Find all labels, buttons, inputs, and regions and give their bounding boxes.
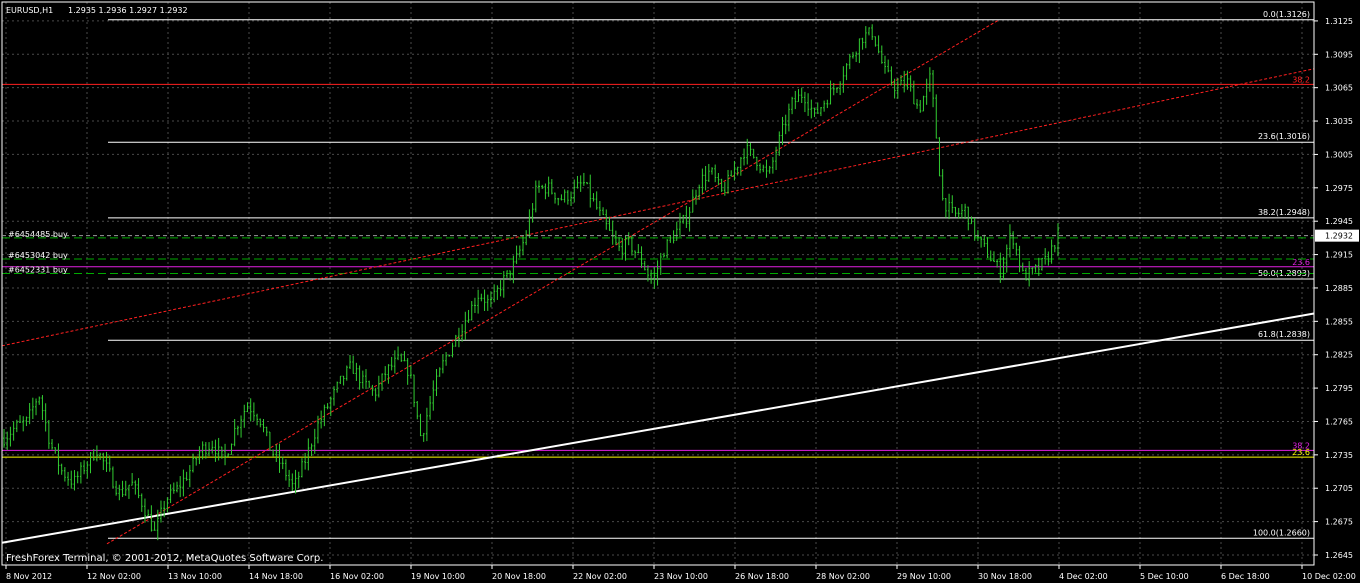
fib-level-label: 23.6(1.3016) bbox=[1258, 132, 1310, 141]
y-tick-label: 1.2645 bbox=[1325, 551, 1353, 560]
y-tick-label: 1.2915 bbox=[1325, 251, 1353, 260]
x-tick-label: 19 Nov 10:00 bbox=[411, 572, 465, 581]
x-tick-label: 8 Nov 2012 bbox=[6, 572, 52, 581]
y-tick-label: 1.2675 bbox=[1325, 518, 1353, 527]
y-tick-label: 1.3095 bbox=[1325, 50, 1353, 59]
y-tick-label: 1.3125 bbox=[1325, 17, 1353, 26]
fib-level-label: 38.2(1.2948) bbox=[1258, 208, 1310, 217]
ohlc-values: 1.2935 1.2936 1.2927 1.2932 bbox=[68, 6, 188, 15]
extra-level-label: 38.2 bbox=[1292, 75, 1310, 84]
x-tick-label: 13 Nov 10:00 bbox=[168, 572, 222, 581]
y-tick-label: 1.3035 bbox=[1325, 117, 1353, 126]
y-tick-label: 1.3005 bbox=[1325, 150, 1353, 159]
order-label: #6454485 buy bbox=[8, 230, 68, 239]
symbol-timeframe: EURUSD,H1 bbox=[6, 6, 53, 15]
x-tick-label: 20 Nov 18:00 bbox=[492, 572, 546, 581]
copyright-footer: FreshForex Terminal, © 2001-2012, MetaQu… bbox=[6, 553, 323, 564]
x-tick-label: 30 Nov 18:00 bbox=[978, 572, 1032, 581]
x-tick-label: 26 Nov 18:00 bbox=[735, 572, 789, 581]
fib-level-label: 100.0(1.2660) bbox=[1253, 528, 1310, 537]
y-tick-label: 1.2855 bbox=[1325, 317, 1353, 326]
y-tick-label: 1.2735 bbox=[1325, 451, 1353, 460]
x-tick-label: 23 Nov 10:00 bbox=[654, 572, 708, 581]
x-tick-label: 10 Dec 02:00 bbox=[1302, 572, 1356, 581]
fib-level-label: 0.0(1.3126) bbox=[1263, 10, 1310, 19]
x-tick-label: 4 Dec 02:00 bbox=[1059, 572, 1108, 581]
order-label: #6453042 buy bbox=[8, 251, 68, 260]
x-tick-label: 6 Dec 18:00 bbox=[1221, 572, 1270, 581]
y-tick-label: 1.3065 bbox=[1325, 84, 1353, 93]
y-tick-label: 1.2975 bbox=[1325, 184, 1353, 193]
x-tick-label: 29 Nov 10:00 bbox=[897, 572, 951, 581]
y-tick-label: 1.2765 bbox=[1325, 417, 1353, 426]
y-tick-label: 1.2885 bbox=[1325, 284, 1353, 293]
x-tick-label: 16 Nov 02:00 bbox=[330, 572, 384, 581]
x-tick-label: 14 Nov 18:00 bbox=[249, 572, 303, 581]
extra-level-label: 23.6 bbox=[1292, 448, 1310, 457]
chart-background bbox=[0, 0, 1360, 583]
x-tick-label: 22 Nov 02:00 bbox=[573, 572, 627, 581]
order-label: #6452331 buy bbox=[8, 265, 68, 274]
fib-level-label: 61.8(1.2838) bbox=[1258, 330, 1310, 339]
x-tick-label: 12 Nov 02:00 bbox=[87, 572, 141, 581]
x-tick-label: 5 Dec 10:00 bbox=[1140, 572, 1189, 581]
x-tick-label: 28 Nov 02:00 bbox=[816, 572, 870, 581]
current-price-label: 1.2932 bbox=[1325, 232, 1353, 241]
y-tick-label: 1.2945 bbox=[1325, 217, 1353, 226]
y-tick-label: 1.2705 bbox=[1325, 484, 1353, 493]
y-tick-label: 1.2825 bbox=[1325, 351, 1353, 360]
price-chart[interactable]: 0.0(1.3126)23.6(1.3016)38.2(1.2948)50.0(… bbox=[0, 0, 1360, 583]
y-tick-label: 1.2795 bbox=[1325, 384, 1353, 393]
